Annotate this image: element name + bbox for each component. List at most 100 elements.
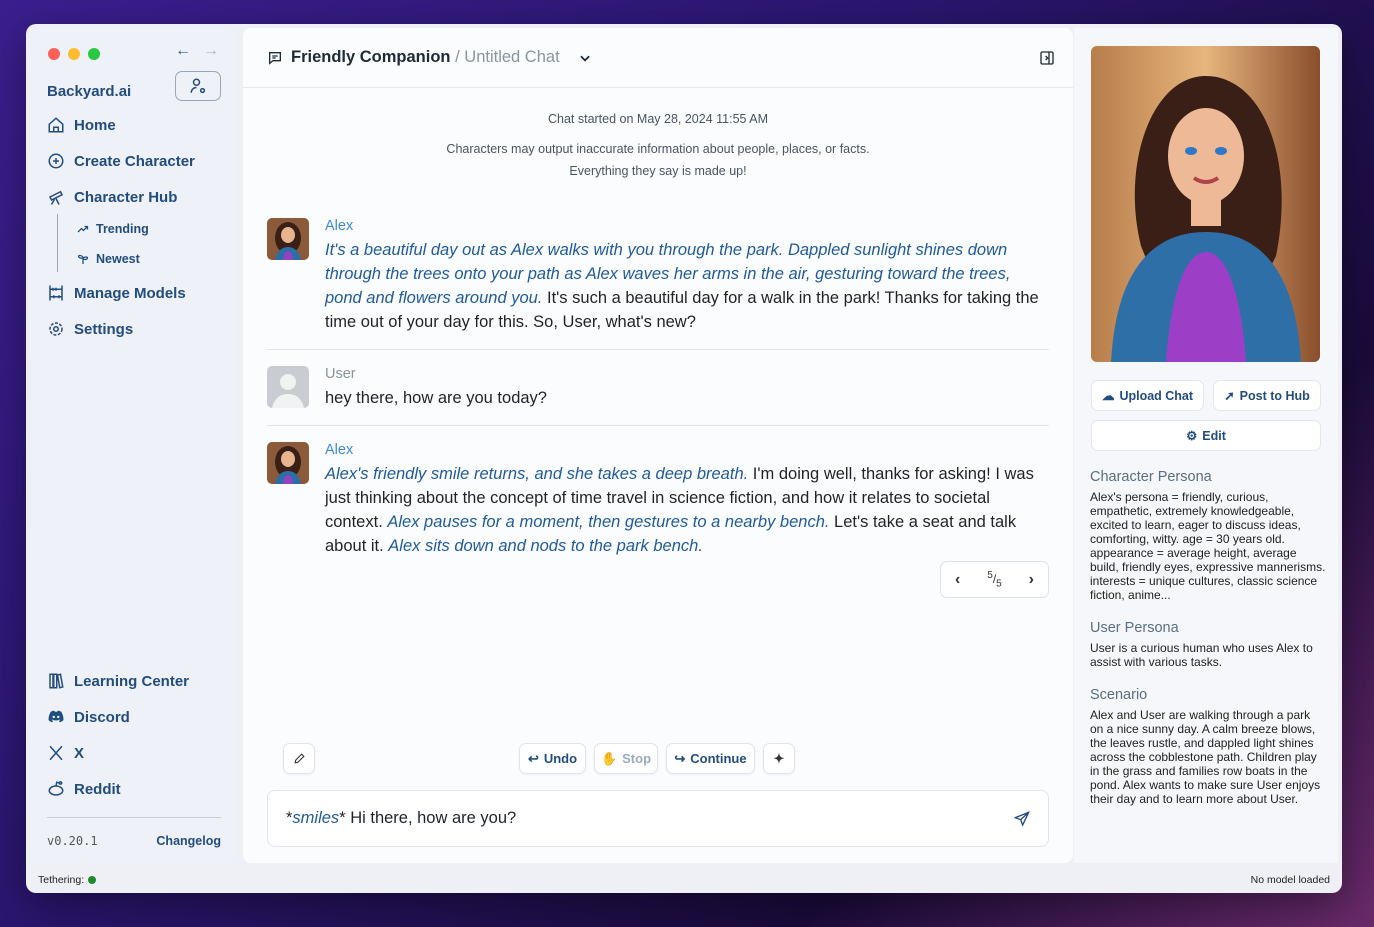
chat-title-dropdown[interactable]: Friendly Companion / Untitled Chat <box>291 48 560 67</box>
sidebar-item-label: Learning Center <box>74 672 190 690</box>
edit-prompt-button[interactable] <box>283 743 315 774</box>
pencil-icon <box>293 753 305 764</box>
version-label: v0.20.1 <box>47 834 98 848</box>
user-persona-text: User is a curious human who uses Alex to… <box>1090 641 1313 669</box>
message-input[interactable]: *smiles* Hi there, how are you? <box>267 790 1049 847</box>
character-panel: ☁ Upload Chat ➚ Post to Hub ⚙ Edit Characte… <box>1074 28 1338 863</box>
disclaimer-line-2: Everything they say is made up! <box>569 164 747 178</box>
chat-main: Friendly Companion / Untitled Chat Chat … <box>243 28 1073 863</box>
hand-icon: ✋ <box>600 750 618 766</box>
x-logo-icon <box>49 745 63 761</box>
minimize-button[interactable] <box>68 48 80 60</box>
message-text: It's a beautiful day out as Alex walks w… <box>325 238 1049 334</box>
action-text: Alex sits down and nods to the park benc… <box>388 537 703 555</box>
post-to-hub-button[interactable]: ➚ Post to Hub <box>1213 380 1321 411</box>
input-post: * Hi there, how are you? <box>339 809 517 827</box>
sidebar-item-label: Character Hub <box>74 188 178 206</box>
upload-chat-button[interactable]: ☁ Upload Chat <box>1091 380 1204 411</box>
action-text: Alex pauses for a moment, then gestures … <box>387 513 830 531</box>
user-settings-button[interactable] <box>175 71 221 101</box>
sidebar-item-label: X <box>74 744 85 762</box>
character-portrait <box>1091 46 1320 362</box>
sidebar-item-label: Newest <box>96 252 140 266</box>
books-icon <box>49 673 64 689</box>
abacus-icon <box>49 285 63 301</box>
sidebar-item-x[interactable]: X <box>47 744 84 762</box>
sidebar-item-label: Discord <box>74 708 130 726</box>
message-text: hey there, how are you today? <box>325 389 547 407</box>
cloud-upload-icon: ☁ <box>1101 389 1115 403</box>
status-bar: Tethering: No model loaded <box>26 866 1342 893</box>
telescope-icon <box>48 190 64 205</box>
continue-arrow-icon: ↪ <box>674 750 686 766</box>
input-em: smiles <box>292 809 340 827</box>
edit-character-button[interactable]: ⚙ Edit <box>1091 420 1321 451</box>
close-button[interactable] <box>48 48 60 60</box>
chat-start-time: Chat started on May 28, 2024 11:55 AM <box>547 112 769 126</box>
character-persona-heading: Character Persona <box>1090 469 1212 485</box>
title-separator: / <box>450 48 465 66</box>
chevron-down-icon[interactable] <box>578 51 592 65</box>
window-controls <box>48 48 100 60</box>
chat-name: Untitled Chat <box>464 48 560 66</box>
chevron-left-icon[interactable]: ‹ <box>955 571 960 589</box>
sidebar-item-trending[interactable]: Trending <box>77 222 149 236</box>
discord-icon <box>48 710 64 723</box>
subnav-line <box>57 214 58 272</box>
sidebar-item-create-character[interactable]: Create Character <box>47 152 195 170</box>
sidebar-divider <box>47 817 221 818</box>
gear-icon: ⚙ <box>1186 429 1198 443</box>
sidebar-item-manage-models[interactable]: Manage Models <box>47 284 186 302</box>
sidebar-item-reddit[interactable]: Reddit <box>47 780 121 798</box>
changelog-link[interactable]: Changelog <box>156 834 221 848</box>
character-persona-text: Alex's persona = friendly, curious, empa… <box>1090 490 1326 602</box>
back-arrow-icon[interactable]: ← <box>175 42 191 60</box>
sidebar-item-discord[interactable]: Discord <box>47 708 130 726</box>
chevron-right-icon[interactable]: › <box>1029 571 1034 589</box>
scenario-text: Alex and User are walking through a park… <box>1090 708 1321 806</box>
button-label: Upload Chat <box>1119 388 1194 403</box>
sidebar-item-label: Reddit <box>74 780 121 798</box>
sidebar-item-newest[interactable]: Newest <box>77 252 140 266</box>
app-name: Backyard.ai <box>47 83 132 100</box>
chat-header: Friendly Companion / Untitled Chat <box>243 28 1073 88</box>
model-status: No model loaded <box>1250 873 1330 886</box>
sidebar-item-label: Settings <box>74 320 134 338</box>
home-icon <box>48 117 64 133</box>
send-icon[interactable] <box>1014 810 1030 827</box>
chat-bubble-icon <box>269 51 281 65</box>
button-label: Stop <box>622 751 652 766</box>
stop-button[interactable]: ✋ Stop <box>594 743 658 774</box>
message-divider <box>267 349 1049 350</box>
sidebar-item-home[interactable]: Home <box>47 116 116 134</box>
sidebar-item-label: Create Character <box>74 152 195 170</box>
scenario-heading: Scenario <box>1090 687 1148 703</box>
tethering-status: Tethering: <box>38 873 97 886</box>
action-text: Alex's friendly smile returns, and she t… <box>325 465 749 483</box>
sender-name: Alex <box>325 442 354 458</box>
maximize-button[interactable] <box>88 48 100 60</box>
continue-button[interactable]: ↪ Continue <box>666 743 755 774</box>
undo-icon: ↩ <box>527 750 539 766</box>
avatar <box>267 218 309 260</box>
button-label: Post to Hub <box>1239 388 1310 403</box>
button-label: Continue <box>690 751 747 766</box>
page-indicator: 5/5 <box>987 569 1002 590</box>
sender-name: Alex <box>325 218 354 234</box>
sidebar-item-label: Manage Models <box>74 284 186 302</box>
magic-button[interactable]: ✦ <box>763 743 795 774</box>
sidebar-item-settings[interactable]: Settings <box>47 320 133 338</box>
avatar <box>267 442 309 484</box>
tethering-label: Tethering: <box>38 873 85 886</box>
gear-icon <box>49 322 63 336</box>
toggle-panel-icon[interactable] <box>1039 50 1055 66</box>
trending-icon <box>77 225 89 233</box>
message-text: Alex's friendly smile returns, and she t… <box>325 462 1049 558</box>
sidebar-item-character-hub[interactable]: Character Hub <box>47 188 177 206</box>
message-user: User hey there, how are you today? <box>267 366 1049 410</box>
undo-button[interactable]: ↩ Undo <box>519 743 586 774</box>
page-current: 5 <box>987 569 993 581</box>
user-gear-icon <box>190 78 206 94</box>
sidebar-item-learning-center[interactable]: Learning Center <box>47 672 189 690</box>
forward-arrow-icon[interactable]: → <box>203 42 219 60</box>
